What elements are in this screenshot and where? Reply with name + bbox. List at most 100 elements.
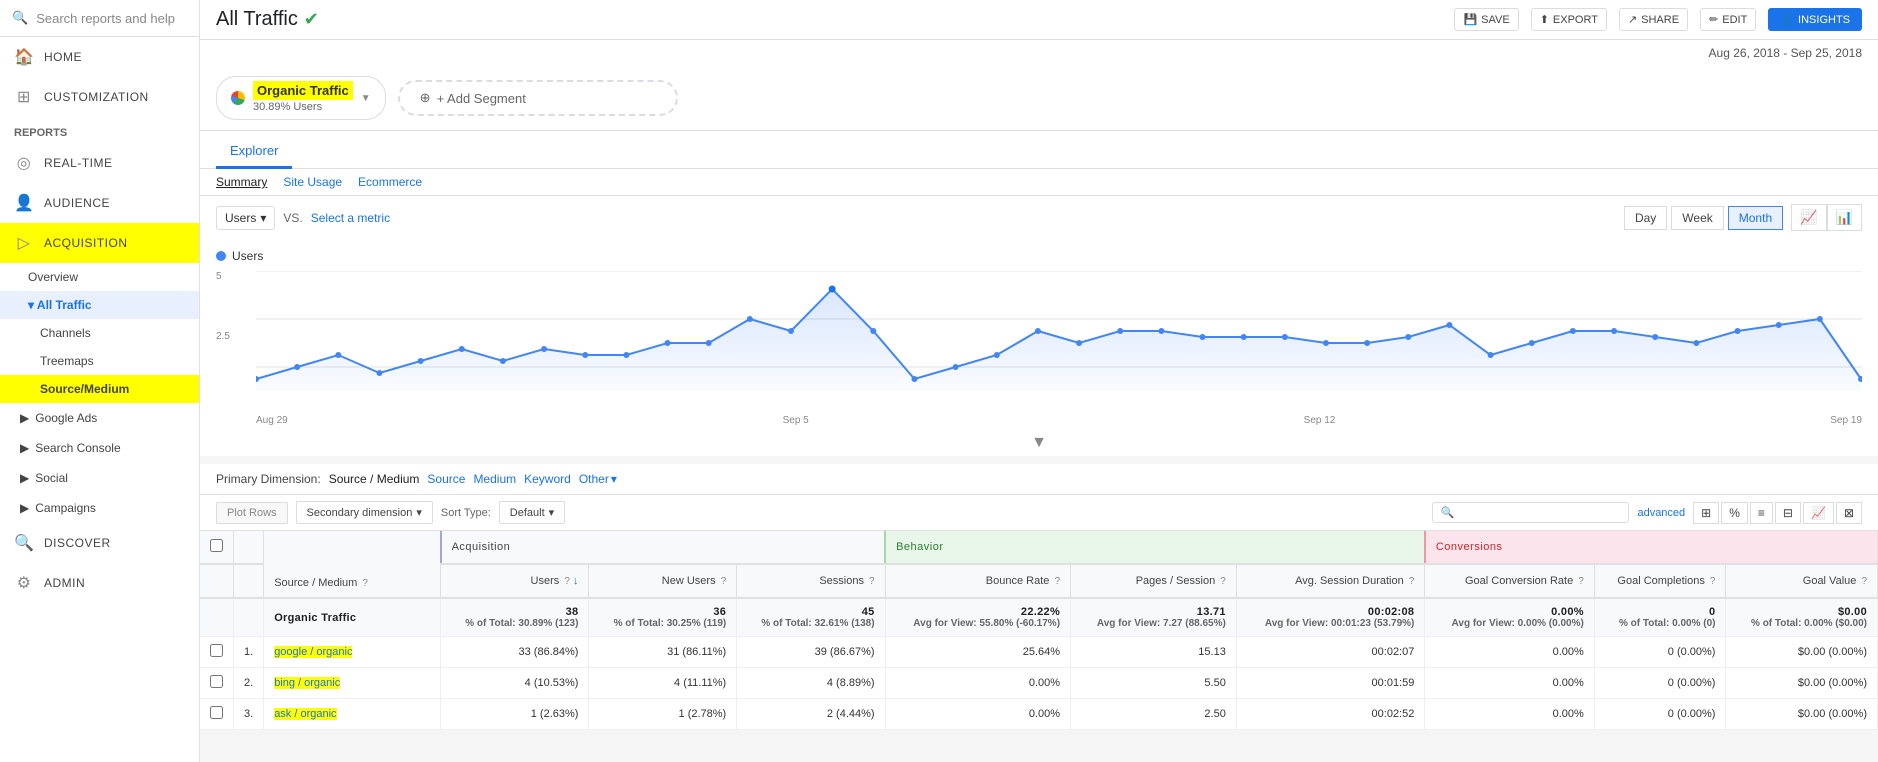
table-search-input[interactable] bbox=[1460, 507, 1620, 519]
sidebar-item-google-ads[interactable]: ▶ Google Ads bbox=[0, 403, 199, 433]
segment-dot bbox=[231, 91, 245, 105]
pages-session-help[interactable]: ? bbox=[1220, 576, 1226, 587]
sub-tab-site-usage[interactable]: Site Usage bbox=[283, 175, 342, 189]
row1-num: 1. bbox=[234, 637, 264, 668]
bounce-rate-help[interactable]: ? bbox=[1054, 576, 1060, 587]
row1-checkbox[interactable] bbox=[210, 644, 223, 657]
table-section: Primary Dimension: Source / Medium Sourc… bbox=[200, 464, 1878, 730]
tab-explorer[interactable]: Explorer bbox=[216, 135, 292, 169]
dim-medium[interactable]: Medium bbox=[473, 472, 516, 486]
save-button[interactable]: 💾 SAVE bbox=[1454, 8, 1518, 31]
sidebar-item-search-console[interactable]: ▶ Search Console bbox=[0, 433, 199, 463]
day-button[interactable]: Day bbox=[1624, 206, 1667, 230]
row2-sessions: 4 (8.89%) bbox=[737, 668, 885, 699]
row3-source[interactable]: ask / organic bbox=[274, 708, 336, 720]
row3-checkbox[interactable] bbox=[210, 706, 223, 719]
add-segment-button[interactable]: ⊕ + Add Segment bbox=[398, 80, 678, 116]
sidebar-item-admin[interactable]: ⚙ ADMIN bbox=[0, 563, 199, 603]
admin-label: ADMIN bbox=[44, 576, 85, 590]
goal-val-help[interactable]: ? bbox=[1861, 576, 1867, 587]
sidebar-sub-all-traffic[interactable]: ▾ All Traffic bbox=[0, 291, 199, 319]
insights-button[interactable]: 👤 INSIGHTS bbox=[1768, 8, 1862, 31]
total-goal-comp-pct: % of Total: 0.00% (0) bbox=[1605, 618, 1716, 629]
plot-rows-button: Plot Rows bbox=[216, 502, 288, 524]
sidebar-item-customization[interactable]: ⊞ CUSTOMIZATION bbox=[0, 77, 199, 117]
dim-other[interactable]: Other ▾ bbox=[579, 472, 617, 486]
date-range: Aug 26, 2018 - Sep 25, 2018 bbox=[200, 40, 1878, 66]
goal-conv-help[interactable]: ? bbox=[1578, 576, 1584, 587]
edit-button[interactable]: ✏ EDIT bbox=[1700, 8, 1756, 31]
line-chart-button[interactable]: 📈 bbox=[1791, 204, 1826, 231]
month-button[interactable]: Month bbox=[1728, 206, 1783, 230]
new-users-help[interactable]: ? bbox=[721, 576, 727, 587]
row1-source[interactable]: google / organic bbox=[274, 646, 352, 658]
share-button[interactable]: ↗ SHARE bbox=[1619, 8, 1688, 31]
grid-view-button[interactable]: ⊞ bbox=[1693, 502, 1719, 524]
sidebar-item-acquisition[interactable]: ▷ ACQUISITION bbox=[0, 223, 199, 263]
sessions-help[interactable]: ? bbox=[869, 576, 875, 587]
sidebar-item-discover[interactable]: 🔍 DISCOVER bbox=[0, 523, 199, 563]
row2-source[interactable]: bing / organic bbox=[274, 677, 340, 689]
sub-tab-ecommerce[interactable]: Ecommerce bbox=[358, 175, 422, 189]
users-help[interactable]: ? bbox=[564, 576, 570, 587]
table-row: 1. google / organic 33 (86.84%) 31 (86.1… bbox=[200, 637, 1878, 668]
lifetime-view-button[interactable]: ⊠ bbox=[1836, 502, 1862, 524]
sidebar-item-audience[interactable]: 👤 AUDIENCE bbox=[0, 183, 199, 223]
row1-goal-completions: 0 (0.00%) bbox=[1594, 637, 1726, 668]
total-users-pct: % of Total: 30.89% (123) bbox=[451, 618, 578, 629]
total-bounce-rate: 22.22% bbox=[896, 606, 1060, 618]
row3-avg-session: 00:02:52 bbox=[1236, 699, 1425, 730]
chart-x-labels: Aug 29 Sep 5 Sep 12 Sep 19 bbox=[256, 411, 1862, 430]
sidebar-item-social[interactable]: ▶ Social bbox=[0, 463, 199, 493]
total-session-avg: Avg for View: 00:01:23 (53.79%) bbox=[1247, 618, 1415, 629]
sidebar-sub-channels[interactable]: Channels bbox=[0, 319, 199, 347]
discover-icon: 🔍 bbox=[14, 533, 34, 553]
explorer-section: Explorer Summary Site Usage Ecommerce bbox=[200, 131, 1878, 196]
audience-label: AUDIENCE bbox=[44, 196, 110, 210]
chart-y-labels: 5 2.5 bbox=[216, 271, 251, 391]
avg-session-help[interactable]: ? bbox=[1409, 576, 1415, 587]
dim-source-medium[interactable]: Source / Medium bbox=[329, 472, 420, 486]
metric-dropdown[interactable]: Users ▾ bbox=[216, 206, 275, 230]
total-new-users-pct: % of Total: 30.25% (119) bbox=[599, 618, 726, 629]
compare-view-button[interactable]: ≡ bbox=[1750, 502, 1773, 524]
percent-view-button[interactable]: % bbox=[1721, 502, 1748, 524]
row3-bounce-rate: 0.00% bbox=[885, 699, 1070, 730]
sidebar-item-realtime[interactable]: ◎ REAL-TIME bbox=[0, 143, 199, 183]
sidebar-sub-treemaps[interactable]: Treemaps bbox=[0, 347, 199, 375]
secondary-dimension-button[interactable]: Secondary dimension ▾ bbox=[296, 501, 433, 524]
export-button[interactable]: ⬆ EXPORT bbox=[1531, 8, 1607, 31]
sidebar-sub-source-medium[interactable]: Source/Medium bbox=[0, 375, 199, 403]
total-pages-session: 13.71 bbox=[1081, 606, 1226, 618]
dim-source[interactable]: Source bbox=[427, 472, 465, 486]
sidebar-item-home[interactable]: 🏠 HOME bbox=[0, 37, 199, 77]
source-medium-help-icon[interactable]: ? bbox=[362, 578, 368, 589]
conversions-header: Conversions bbox=[1425, 531, 1878, 564]
table-search[interactable]: 🔍 bbox=[1432, 502, 1630, 523]
sort-default-button[interactable]: Default ▾ bbox=[499, 501, 565, 524]
sidebar-sub-overview[interactable]: Overview bbox=[0, 263, 199, 291]
advanced-link[interactable]: advanced bbox=[1637, 507, 1685, 519]
sub-tab-summary[interactable]: Summary bbox=[216, 175, 267, 189]
sparkline-view-button[interactable]: 📈 bbox=[1803, 502, 1834, 524]
acquisition-icon: ▷ bbox=[14, 233, 34, 253]
verified-icon: ✔ bbox=[304, 9, 319, 30]
row2-goal-value: $0.00 (0.00%) bbox=[1726, 668, 1878, 699]
select-all-checkbox[interactable] bbox=[210, 539, 223, 552]
pivot-view-button[interactable]: ⊟ bbox=[1775, 502, 1801, 524]
table-toolbar: Plot Rows Secondary dimension ▾ Sort Typ… bbox=[200, 495, 1878, 531]
chart-type-buttons: 📈 📊 bbox=[1791, 204, 1862, 231]
organic-traffic-segment[interactable]: Organic Traffic 30.89% Users ▼ bbox=[216, 76, 386, 120]
goal-comp-help[interactable]: ? bbox=[1710, 576, 1716, 587]
sidebar-item-campaigns[interactable]: ▶ Campaigns bbox=[0, 493, 199, 523]
row2-avg-session: 00:01:59 bbox=[1236, 668, 1425, 699]
row1-avg-session: 00:02:07 bbox=[1236, 637, 1425, 668]
bar-chart-button[interactable]: 📊 bbox=[1827, 204, 1862, 231]
row2-goal-conv-rate: 0.00% bbox=[1425, 668, 1594, 699]
search-bar[interactable]: 🔍 Search reports and help bbox=[0, 0, 199, 37]
dim-keyword[interactable]: Keyword bbox=[524, 472, 571, 486]
week-button[interactable]: Week bbox=[1671, 206, 1723, 230]
row1-sessions: 39 (86.67%) bbox=[737, 637, 885, 668]
select-metric-link[interactable]: Select a metric bbox=[311, 211, 390, 225]
row2-checkbox[interactable] bbox=[210, 675, 223, 688]
